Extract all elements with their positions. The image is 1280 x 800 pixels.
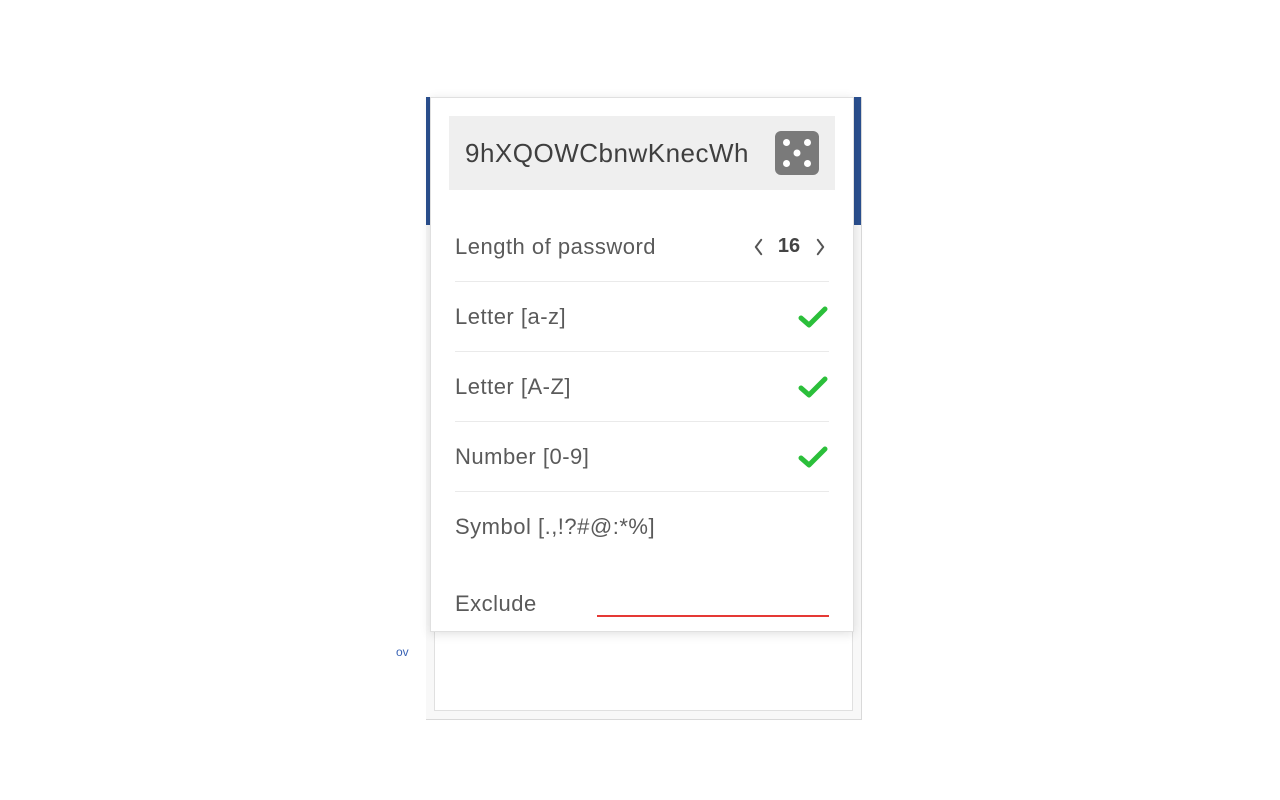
exclude-input[interactable] xyxy=(597,590,829,617)
number-label: Number [0-9] xyxy=(455,444,797,470)
uppercase-label: Letter [A-Z] xyxy=(455,374,797,400)
uppercase-option[interactable]: Letter [A-Z] xyxy=(455,352,829,422)
generated-password[interactable]: 9hXQOWCbnwKnecWh xyxy=(465,138,775,169)
length-decrease-button[interactable] xyxy=(749,235,767,259)
number-option[interactable]: Number [0-9] xyxy=(455,422,829,492)
length-value: 16 xyxy=(777,235,801,258)
chevron-right-icon xyxy=(815,238,826,256)
number-toggle[interactable] xyxy=(797,441,829,473)
exclude-label: Exclude xyxy=(455,591,537,617)
dice-icon xyxy=(783,139,790,146)
exclude-option: Exclude xyxy=(431,562,853,623)
dice-icon xyxy=(804,139,811,146)
symbol-option[interactable]: Symbol [.,!?#@:*%] xyxy=(455,492,829,562)
length-stepper: 16 xyxy=(749,235,829,259)
check-icon xyxy=(798,445,828,469)
dice-icon xyxy=(804,160,811,167)
background-truncated-text: ov xyxy=(396,645,409,659)
generated-password-row: 9hXQOWCbnwKnecWh xyxy=(449,116,835,190)
password-generator-popup: 9hXQOWCbnwKnecWh Length of password 16 xyxy=(430,97,854,632)
options-list: Length of password 16 Letter [a-z] xyxy=(431,194,853,562)
lowercase-toggle[interactable] xyxy=(797,301,829,333)
lowercase-option[interactable]: Letter [a-z] xyxy=(455,282,829,352)
length-label: Length of password xyxy=(455,234,749,260)
length-increase-button[interactable] xyxy=(811,235,829,259)
exclude-input-wrap xyxy=(597,590,829,617)
check-icon xyxy=(798,305,828,329)
symbol-label: Symbol [.,!?#@:*%] xyxy=(455,514,797,540)
regenerate-button[interactable] xyxy=(775,131,819,175)
check-icon xyxy=(798,375,828,399)
length-option: Length of password 16 xyxy=(455,212,829,282)
dice-icon xyxy=(794,150,801,157)
dice-icon xyxy=(783,160,790,167)
uppercase-toggle[interactable] xyxy=(797,371,829,403)
chevron-left-icon xyxy=(753,238,764,256)
lowercase-label: Letter [a-z] xyxy=(455,304,797,330)
